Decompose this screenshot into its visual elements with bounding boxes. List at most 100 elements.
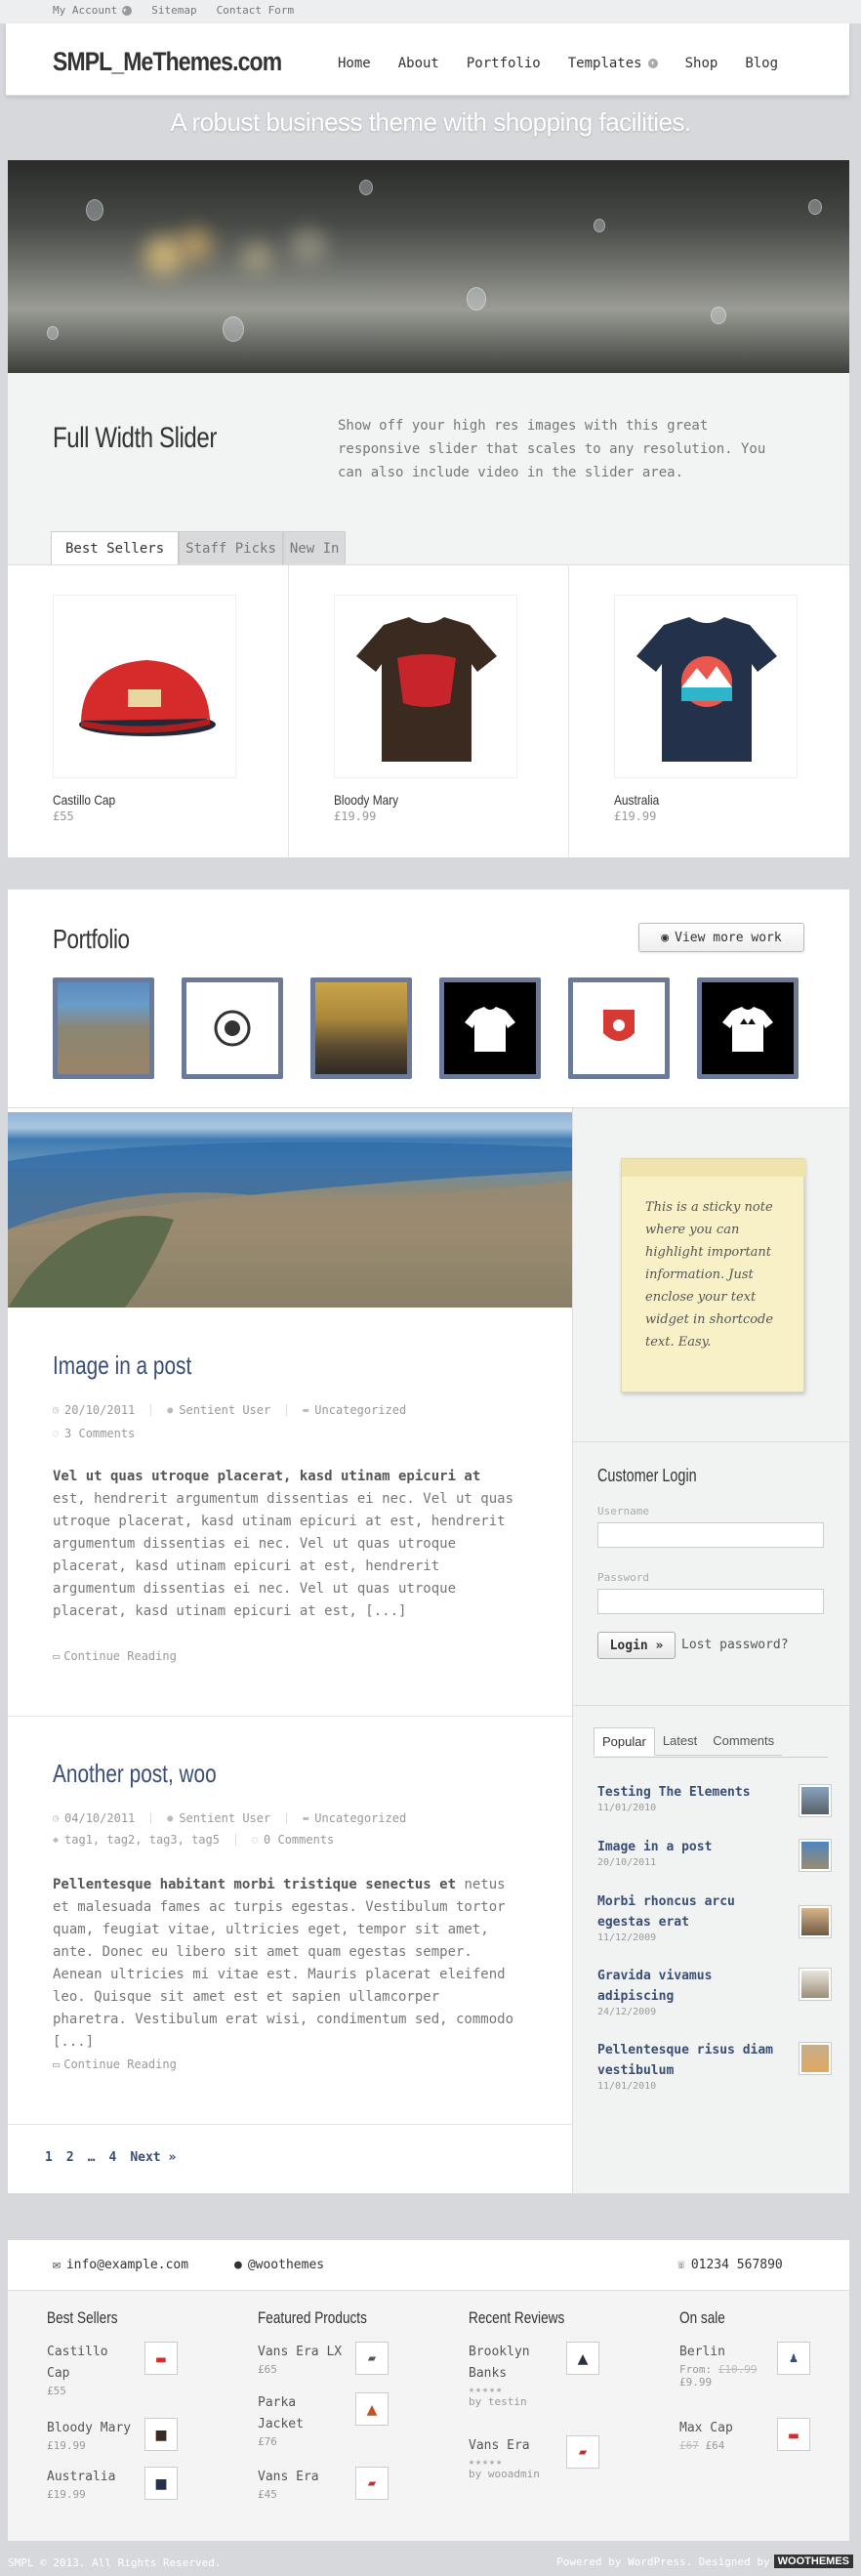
page-4[interactable]: 4: [108, 2150, 116, 2165]
portfolio-thumb[interactable]: [182, 977, 283, 1079]
product-name[interactable]: Brooklyn Banks: [469, 2342, 556, 2385]
footer-product-item[interactable]: Castillo Cap £55 ▬: [47, 2342, 184, 2397]
nav-item-about[interactable]: About: [398, 56, 439, 71]
product-thumb[interactable]: ▬: [144, 2342, 178, 2375]
post-tags[interactable]: tag1, tag2, tag3, tag5: [64, 1833, 220, 1847]
popular-post-thumb[interactable]: [799, 1968, 832, 2001]
contact-twitter[interactable]: ● @woothemes: [234, 2258, 324, 2272]
footer-product-item[interactable]: Parka Jacket £76 ▲: [258, 2392, 394, 2448]
product-name[interactable]: Vans Era: [258, 2467, 346, 2488]
product-card[interactable]: Castillo Cap £55: [8, 565, 288, 858]
next-page-link[interactable]: Next »: [130, 2150, 176, 2165]
product-thumb[interactable]: ▰: [355, 2467, 389, 2500]
footer-product-item[interactable]: Vans Era £45 ▰: [258, 2467, 394, 2501]
product-name[interactable]: Parka Jacket: [258, 2392, 346, 2435]
post-comments-link[interactable]: 3 Comments: [64, 1427, 135, 1440]
popular-post-thumb[interactable]: [799, 1839, 832, 1872]
tab-new-in[interactable]: New In: [282, 531, 347, 564]
portfolio-thumb[interactable]: [568, 977, 670, 1079]
page-2[interactable]: 2: [66, 2150, 74, 2165]
product-card[interactable]: Australia £19.99: [568, 565, 848, 858]
product-thumb[interactable]: ▲: [355, 2392, 389, 2426]
product-name[interactable]: Max Cap: [679, 2418, 767, 2439]
product-name[interactable]: Bloody Mary: [47, 2418, 135, 2439]
continue-reading-link[interactable]: ▭ Continue Reading: [53, 1649, 177, 1663]
post-author[interactable]: Sentient User: [179, 1403, 270, 1417]
portfolio-thumb[interactable]: [310, 977, 412, 1079]
password-field[interactable]: [597, 1589, 824, 1614]
username-field[interactable]: [597, 1522, 824, 1548]
footer-product-item[interactable]: Bloody Mary £19.99 ■: [47, 2418, 184, 2452]
tab-best-sellers[interactable]: Best Sellers: [51, 531, 180, 565]
popular-post-item[interactable]: Pellentesque risus diam vestibulum 11/01…: [597, 2040, 832, 2092]
nav-item-shop[interactable]: Shop: [685, 56, 718, 71]
popular-post-title[interactable]: Image in a post: [597, 1837, 783, 1857]
post-category[interactable]: Uncategorized: [314, 1403, 406, 1417]
contact-email[interactable]: ✉ info@example.com: [53, 2258, 188, 2272]
tab-comments[interactable]: Comments: [705, 1727, 783, 1756]
portfolio-thumb[interactable]: [53, 977, 154, 1079]
footer-product-item[interactable]: Max Cap £67 £64 ▬: [679, 2418, 816, 2452]
product-image-tshirt[interactable]: [614, 595, 798, 778]
footer-product-item[interactable]: Berlin From: £10.99 £9.99 ♟: [679, 2342, 816, 2389]
popular-post-item[interactable]: Morbi rhoncus arcu egestas erat 11/12/20…: [597, 1891, 832, 1943]
nav-item-templates[interactable]: Templates ▾: [568, 56, 658, 71]
footer-review-item[interactable]: Brooklyn Banks ★★★★★ by testin ▲: [469, 2342, 605, 2408]
footer-review-item[interactable]: Vans Era ★★★★★ by wooadmin ▰: [469, 2435, 605, 2480]
post-featured-image[interactable]: [8, 1112, 572, 1308]
product-name[interactable]: Castillo Cap: [53, 792, 115, 808]
page-1[interactable]: 1: [45, 2150, 53, 2165]
popular-post-thumb[interactable]: [799, 1905, 832, 1938]
view-more-work-button[interactable]: ◉ View more work: [638, 923, 804, 952]
popular-post-title[interactable]: Morbi rhoncus arcu egestas erat: [597, 1891, 783, 1932]
post-comments-link[interactable]: 0 Comments: [264, 1833, 334, 1847]
footer-product-item[interactable]: Australia £19.99 ■: [47, 2467, 184, 2501]
product-name[interactable]: Berlin: [679, 2342, 767, 2363]
product-card[interactable]: Bloody Mary £19.99: [288, 565, 568, 858]
site-logo[interactable]: SMPL_MeThemes.com: [53, 47, 282, 77]
hero-slider-image[interactable]: [8, 160, 849, 373]
popular-post-title[interactable]: Pellentesque risus diam vestibulum: [597, 2040, 783, 2081]
popular-post-item[interactable]: Image in a post 20/10/2011: [597, 1837, 832, 1872]
popular-post-thumb[interactable]: [799, 2042, 832, 2075]
portfolio-thumb[interactable]: [439, 977, 541, 1079]
login-button[interactable]: Login »: [597, 1632, 676, 1659]
product-name[interactable]: Australia: [47, 2467, 135, 2488]
utility-link-contact-form[interactable]: Contact Form: [217, 4, 294, 17]
popular-post-item[interactable]: Testing The Elements 11/01/2010: [597, 1782, 832, 1817]
popular-post-title[interactable]: Testing The Elements: [597, 1782, 783, 1803]
post-category[interactable]: Uncategorized: [314, 1811, 406, 1825]
popular-post-thumb[interactable]: [799, 1784, 832, 1817]
product-name[interactable]: Australia: [614, 792, 659, 808]
product-thumb[interactable]: ▬: [777, 2418, 810, 2451]
product-thumb[interactable]: ▰: [355, 2342, 389, 2375]
nav-item-portfolio[interactable]: Portfolio: [467, 56, 541, 71]
post-title[interactable]: Another post, woo: [53, 1759, 217, 1789]
product-thumb[interactable]: ■: [144, 2467, 178, 2500]
product-thumb[interactable]: ■: [144, 2418, 178, 2451]
product-thumb[interactable]: ▰: [566, 2435, 599, 2469]
footer-product-item[interactable]: Vans Era LX £65 ▰: [258, 2342, 394, 2376]
tab-latest[interactable]: Latest: [654, 1727, 706, 1756]
lost-password-link[interactable]: Lost password?: [681, 1638, 789, 1652]
product-name[interactable]: Vans Era: [469, 2435, 556, 2457]
post-title[interactable]: Image in a post: [53, 1350, 191, 1381]
woothemes-logo[interactable]: WOOTHEMES: [773, 2555, 853, 2568]
product-thumb[interactable]: ♟: [777, 2342, 810, 2375]
utility-link-sitemap[interactable]: Sitemap: [151, 4, 196, 17]
popular-post-item[interactable]: Gravida vivamus adipiscing 24/12/2009: [597, 1966, 832, 2017]
product-name[interactable]: Castillo Cap: [47, 2342, 135, 2385]
tab-staff-picks[interactable]: Staff Picks: [179, 531, 283, 564]
product-thumb[interactable]: ▲: [566, 2342, 599, 2375]
continue-reading-link[interactable]: ▭ Continue Reading: [53, 2057, 177, 2071]
nav-item-home[interactable]: Home: [338, 56, 371, 71]
tab-popular[interactable]: Popular: [594, 1727, 655, 1756]
portfolio-thumb[interactable]: [697, 977, 799, 1079]
product-name[interactable]: Bloody Mary: [334, 792, 398, 808]
product-image-tshirt[interactable]: [334, 595, 517, 778]
popular-post-title[interactable]: Gravida vivamus adipiscing: [597, 1966, 783, 2007]
product-image-cap[interactable]: [53, 595, 236, 778]
product-name[interactable]: Vans Era LX: [258, 2342, 346, 2363]
post-author[interactable]: Sentient User: [179, 1811, 270, 1825]
utility-link-my-account[interactable]: My Account ▾: [53, 4, 133, 17]
